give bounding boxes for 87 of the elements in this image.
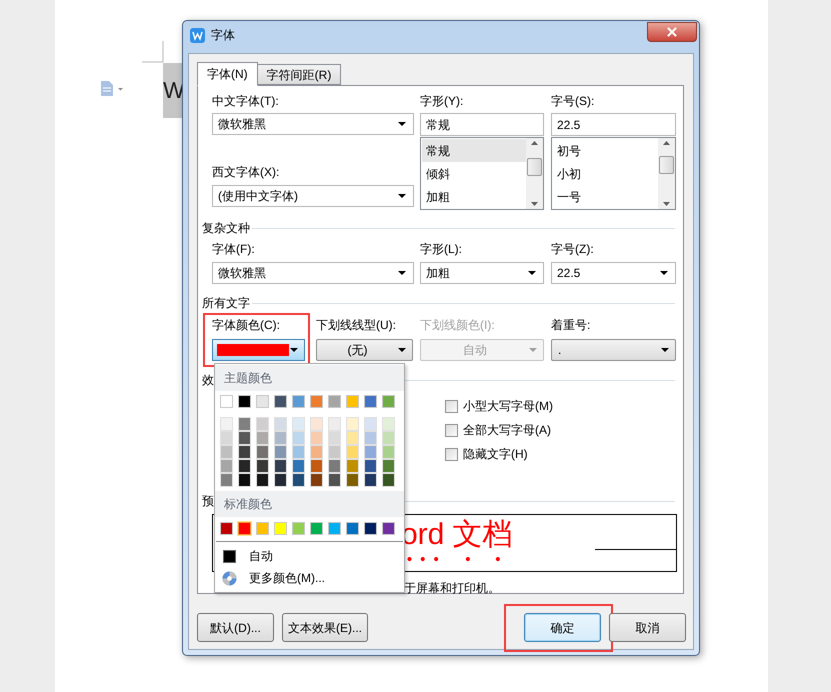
font-note: 于屏幕和打印机。 [404,581,501,595]
section-heading: 所有文字 [202,296,250,310]
font-dropdown[interactable]: 加粗 [420,262,544,284]
checkbox-label: 全部大写字母(A) [463,422,551,439]
color-swatch[interactable] [292,522,305,535]
menu-item[interactable]: 自动 [215,547,404,565]
font-dropdown[interactable]: 微软雅黑 [212,262,414,284]
menu-item[interactable]: 更多颜色(M)... [215,569,404,587]
color-swatch[interactable] [274,522,287,535]
dialog-button[interactable]: 取消 [609,613,686,642]
checkbox[interactable] [445,400,458,412]
field-label: 字体(F): [212,242,256,257]
dropdown[interactable]: (无) [316,339,413,361]
app-logo-icon [190,28,205,42]
ok-button[interactable]: 确定 [524,613,601,642]
field-label: 字号(Z): [551,242,595,257]
color-swatch[interactable] [346,395,359,408]
window-title: 字体 [211,27,235,44]
color-swatch[interactable] [310,395,323,408]
section-heading: 预 [202,494,214,508]
font-dropdown[interactable]: 22.5 [551,262,676,284]
caret-icon [660,271,668,275]
section-heading: 效 [202,373,214,387]
caret-icon [528,271,536,275]
tab[interactable]: 字体(N) [197,62,258,86]
scroll-down-icon[interactable] [663,202,670,206]
crop-mark [142,41,164,63]
color-swatch[interactable] [346,522,359,535]
caret-icon [398,271,406,275]
font-color-dropdown[interactable] [212,339,305,361]
scrollbar[interactable] [526,138,543,209]
close-icon [665,25,679,39]
scroll-thumb[interactable] [659,156,674,174]
caret-icon [529,348,537,352]
checkbox-label: 小型大写字母(M) [463,398,553,415]
list-item[interactable]: 常规 [422,139,526,162]
caret-icon [398,194,406,198]
field-label: 下划线颜色(I): [420,318,496,333]
font-dropdown[interactable]: (使用中文字体) [212,185,414,207]
dialog-button[interactable]: 默认(D)... [197,613,274,642]
field-label: 字号(S): [551,94,596,109]
color-swatch[interactable] [292,395,305,408]
color-swatch[interactable] [328,522,341,535]
field-label: 字体颜色(C): [212,318,281,333]
input-field[interactable]: 常规 [420,113,544,136]
color-swatch[interactable] [328,395,341,408]
scrollbar[interactable] [658,138,675,209]
color-swatch[interactable] [274,395,287,408]
dropdown[interactable]: . [551,339,676,361]
field-label: 西文字体(X): [212,165,280,180]
close-button[interactable] [647,22,697,42]
checkbox[interactable] [445,448,458,460]
caret-icon [398,122,406,126]
section-heading: 标准颜色 [224,496,272,513]
scroll-up-icon[interactable] [663,141,670,145]
scroll-down-icon[interactable] [531,202,538,206]
input-field[interactable]: 22.5 [551,113,676,136]
color-swatch[interactable] [310,522,323,535]
caret-icon [398,348,406,352]
color-swatch[interactable] [256,395,269,408]
color-swatch[interactable] [364,522,377,535]
checkbox-label: 隐藏文字(H) [463,446,528,463]
color-swatch[interactable] [382,395,395,408]
section-heading: 复杂文种 [202,221,250,235]
color-swatch[interactable] [238,522,251,535]
color-swatch[interactable] [364,395,377,408]
document-icon[interactable] [101,81,123,96]
field-label: 着重号: [551,318,592,333]
scroll-up-icon[interactable] [531,141,538,145]
caret-icon [290,348,298,352]
color-swatch[interactable] [220,522,233,535]
scroll-thumb[interactable] [527,158,542,176]
field-label: 字形(Y): [420,94,464,109]
color-swatch[interactable] [220,395,233,408]
caret-icon [661,348,669,352]
checkbox[interactable] [445,424,458,436]
field-label: 字形(L): [420,242,463,257]
field-label: 下划线线型(U): [316,318,397,333]
dialog-button[interactable]: 文本效果(E)... [282,613,368,642]
color-swatch[interactable] [238,395,251,408]
field-label: 中文字体(T): [212,94,280,109]
color-swatch[interactable] [382,522,395,535]
color-wheel-icon [222,570,237,586]
section-heading: 主题颜色 [224,370,272,387]
color-swatch[interactable] [256,522,269,535]
tab[interactable]: 字符间距(R) [258,64,342,85]
font-dropdown[interactable]: 微软雅黑 [212,113,414,135]
